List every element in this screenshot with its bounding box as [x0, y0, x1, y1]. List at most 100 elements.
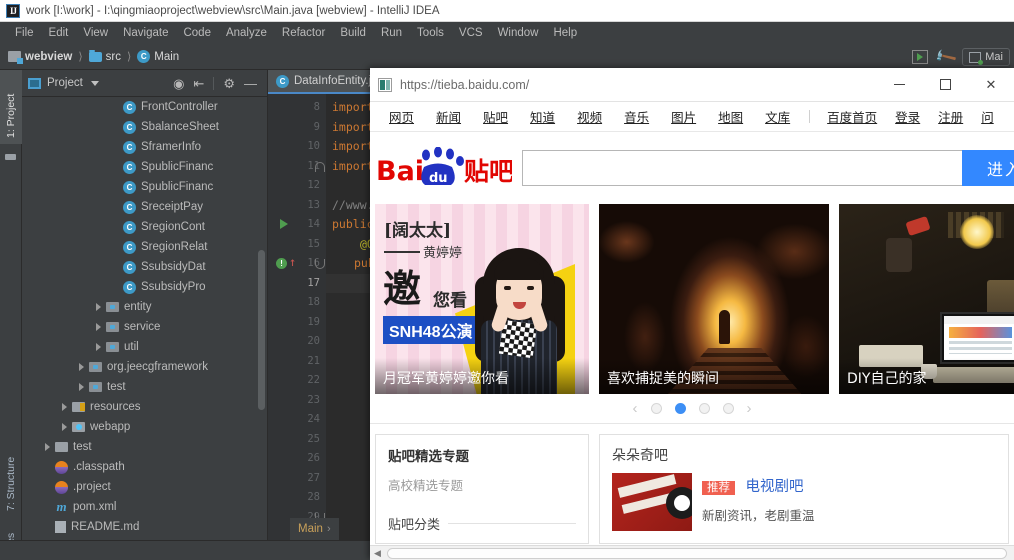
nav-music[interactable]: 音乐 [613, 107, 660, 126]
gutter-line[interactable]: 14 [268, 215, 326, 235]
tree-node[interactable]: org.jeecgframework [22, 357, 267, 377]
list-item[interactable]: 推荐 电视剧吧 新剧资讯，老剧重温 [612, 473, 996, 531]
tree-node[interactable]: C SbalanceSheet [22, 117, 267, 137]
menu-window[interactable]: Window [491, 25, 546, 41]
tree-node[interactable]: resources [22, 397, 267, 417]
carousel-slide-1[interactable]: [阔太太] 黄婷婷 邀 您看 SNH48公演 月冠军黄婷婷邀你看 [375, 204, 589, 394]
list-item-link[interactable]: 电视剧吧 [745, 479, 803, 495]
tree-expand-arrow-icon[interactable] [62, 423, 67, 431]
carousel-slide-3[interactable]: DIY自己的家 [839, 204, 1014, 394]
nav-map[interactable]: 地图 [707, 107, 754, 126]
gutter-line[interactable]: 13 [268, 196, 326, 216]
gutter-line[interactable]: 23 [268, 391, 326, 411]
gutter-line[interactable]: 16! ↑ [268, 254, 326, 274]
tree-expand-arrow-icon[interactable] [62, 403, 67, 411]
tree-node[interactable]: C SframerInfo [22, 137, 267, 157]
page-horizontal-scrollbar[interactable]: ◀ [370, 545, 1014, 560]
gutter-line[interactable]: 9 [268, 118, 326, 138]
tree-node[interactable]: entity [22, 297, 267, 317]
carousel-next-arrow[interactable]: › [747, 400, 752, 417]
menu-tools[interactable]: Tools [410, 25, 451, 41]
tree-node[interactable]: m pom.xml [22, 497, 267, 517]
gutter-line[interactable]: 18 [268, 293, 326, 313]
breadcrumb-module[interactable]: webview [25, 51, 72, 63]
carousel-dot-4[interactable] [722, 403, 734, 414]
tree-node[interactable]: C SpublicFinanc [22, 157, 267, 177]
tree-expand-arrow-icon[interactable] [96, 343, 101, 351]
tree-node[interactable]: C SsubsidyDat [22, 257, 267, 277]
build-hammer-icon[interactable]: 🔨 [932, 44, 958, 70]
nav-webpage[interactable]: 网页 [378, 107, 425, 126]
close-button[interactable]: ✕ [968, 68, 1014, 102]
gutter-line[interactable]: 20 [268, 332, 326, 352]
editor-gutter[interactable]: 8 9 10 11 12 13 14 15 16! ↑ 17 18 19 20 21 22 23 24 25 26 27… [268, 94, 326, 540]
menu-view[interactable]: View [76, 25, 115, 41]
tree-node[interactable]: test [22, 377, 267, 397]
nav-register[interactable]: 注册 [929, 107, 972, 126]
maximize-button[interactable] [922, 68, 968, 102]
tree-expand-arrow-icon[interactable] [79, 383, 84, 391]
gutter-line[interactable]: 21 [268, 352, 326, 372]
tree-node[interactable]: util [22, 337, 267, 357]
nav-video[interactable]: 视频 [566, 107, 613, 126]
search-enter-button[interactable]: 进入 [962, 150, 1014, 186]
search-input[interactable] [522, 150, 962, 186]
tree-node[interactable]: .classpath [22, 457, 267, 477]
carousel-prev-arrow[interactable]: ‹ [633, 400, 638, 417]
browser-url[interactable]: https://tieba.baidu.com/ [400, 78, 529, 92]
menu-navigate[interactable]: Navigate [116, 25, 175, 41]
menu-code[interactable]: Code [176, 25, 218, 41]
gutter-line[interactable]: 12 [268, 176, 326, 196]
nav-more[interactable]: 问 [972, 107, 1003, 126]
gutter-line[interactable]: 15 [268, 235, 326, 255]
gutter-line[interactable]: 24 [268, 410, 326, 430]
tree-node[interactable]: README.md [22, 517, 267, 537]
featured-topics-subtitle[interactable]: 高校精选专题 [388, 475, 576, 494]
inspection-bulb-icon[interactable]: ! [276, 258, 287, 269]
tool-button-structure[interactable]: 7: Structure [0, 425, 22, 517]
carousel-dot-1[interactable] [650, 403, 662, 414]
baidu-tieba-logo[interactable]: Bai du 贴吧 [374, 146, 514, 190]
project-tree-scrollbar[interactable] [258, 250, 265, 410]
nav-images[interactable]: 图片 [660, 107, 707, 126]
nav-tieba[interactable]: 贴吧 [472, 107, 519, 126]
gutter-line[interactable]: 27 [268, 469, 326, 489]
gutter-line[interactable]: 17 [268, 274, 326, 294]
menu-refactor[interactable]: Refactor [275, 25, 332, 41]
breadcrumb-src[interactable]: src [106, 51, 121, 63]
menu-vcs[interactable]: VCS [452, 25, 490, 41]
tree-node[interactable]: C SregionCont [22, 217, 267, 237]
tree-node[interactable]: C FrontController [22, 97, 267, 117]
gear-icon[interactable]: ⚙ [223, 77, 235, 90]
nav-wenku[interactable]: 文库 [754, 107, 801, 126]
tree-expand-arrow-icon[interactable] [96, 323, 101, 331]
gutter-line[interactable]: 22 [268, 371, 326, 391]
override-arrow-icon[interactable]: ↑ [289, 256, 296, 268]
menu-file[interactable]: File [8, 25, 41, 41]
tree-node[interactable]: C SpublicFinanc [22, 177, 267, 197]
tool-button-project[interactable]: 1: Project [0, 70, 22, 144]
tree-node[interactable]: C SreceiptPay [22, 197, 267, 217]
nav-login[interactable]: 登录 [886, 107, 929, 126]
minimize-button[interactable] [876, 68, 922, 102]
tree-node[interactable]: C SregionRelat [22, 237, 267, 257]
menu-build[interactable]: Build [333, 25, 373, 41]
scrollbar-thumb[interactable] [387, 547, 1007, 559]
gutter-line[interactable]: 26 [268, 449, 326, 469]
tree-node[interactable]: service [22, 317, 267, 337]
carousel-dot-2[interactable] [674, 403, 686, 414]
gutter-line[interactable]: 19 [268, 313, 326, 333]
code-fold-icon[interactable] [315, 161, 325, 172]
menu-analyze[interactable]: Analyze [219, 25, 274, 41]
tree-node[interactable]: .project [22, 477, 267, 497]
tree-node[interactable]: test [22, 437, 267, 457]
editor-breadcrumb-main[interactable]: Main › [290, 518, 339, 540]
scrollbar-track[interactable] [385, 547, 1014, 559]
gutter-line[interactable]: 8 [268, 98, 326, 118]
menu-edit[interactable]: Edit [42, 25, 76, 41]
breadcrumb-main[interactable]: Main [154, 51, 179, 63]
nav-baidu-home[interactable]: 百度首页 [818, 107, 886, 126]
gutter-line[interactable]: 28 [268, 488, 326, 508]
code-fold-icon[interactable] [315, 259, 325, 269]
carousel-slide-2[interactable]: 喜欢捕捉美的瞬间 [599, 204, 829, 394]
